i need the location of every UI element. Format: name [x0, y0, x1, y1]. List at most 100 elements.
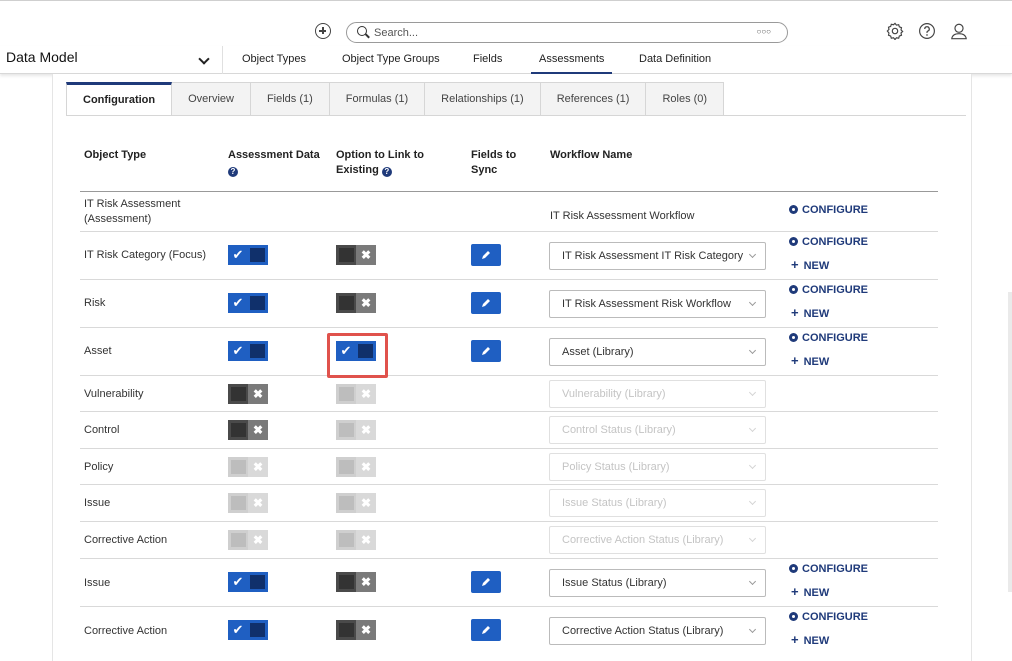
header-option-link-line2: Existing [336, 164, 379, 176]
plus-circle-icon[interactable] [315, 23, 331, 39]
help-icon[interactable]: ? [381, 167, 392, 177]
subtab-fields[interactable]: Fields (1) [250, 82, 330, 116]
workflow-select: Policy Status (Library) [549, 453, 766, 481]
assessment-data-toggle[interactable]: ✔ [228, 572, 268, 592]
subtab-relationships[interactable]: Relationships (1) [425, 82, 541, 116]
new-link[interactable]: + NEW [791, 584, 829, 599]
new-label: NEW [803, 356, 830, 368]
link-existing-toggle[interactable]: ✖ [336, 293, 376, 313]
workflow-select[interactable]: Issue Status (Library) [549, 569, 766, 597]
object-type-label: Issue [84, 497, 111, 509]
subtab-formulas[interactable]: Formulas (1) [329, 82, 426, 116]
configure-label: CONFIGURE [802, 563, 868, 575]
assessment-data-toggle: ✖ [228, 493, 268, 513]
top-bar: ○○○ [0, 0, 1012, 46]
workflow-select[interactable]: Corrective Action Status (Library) [549, 617, 766, 645]
tab-object-types[interactable]: Object Types [242, 53, 306, 65]
fields-sync-edit-button[interactable] [471, 571, 501, 593]
fields-sync-edit-button[interactable] [471, 292, 501, 314]
settings-icon[interactable] [886, 22, 904, 40]
table-row: Corrective Action ✔ ✖ Corrective Action … [80, 607, 938, 657]
ellipsis-icon[interactable]: ○○○ [757, 27, 772, 36]
object-type-label: Policy [84, 461, 114, 473]
link-existing-toggle: ✖ [336, 457, 376, 477]
data-model-title: Data Model [6, 49, 78, 65]
pencil-icon [482, 347, 490, 355]
workflow-select[interactable]: IT Risk Assessment IT Risk Category [549, 242, 766, 270]
link-existing-toggle[interactable]: ✖ [336, 245, 376, 265]
object-type-label: IT Risk Category (Focus) [84, 249, 207, 261]
table-row: Control ✖ ✖ Control Status (Library) [80, 412, 938, 449]
tab-assessments[interactable]: Assessments [530, 53, 613, 75]
pencil-icon [482, 578, 490, 586]
assessment-data-toggle[interactable]: ✖ [228, 420, 268, 440]
configure-link[interactable]: CONFIGURE [789, 563, 868, 575]
scrollbar[interactable] [1008, 292, 1012, 592]
search-bar[interactable]: ○○○ [346, 22, 788, 43]
workflow-select-value: Control Status (Library) [562, 424, 676, 436]
new-link[interactable]: + NEW [791, 305, 829, 320]
object-type-label: Asset [84, 345, 112, 357]
subtab-references[interactable]: References (1) [540, 82, 647, 116]
configure-link[interactable]: CONFIGURE [789, 204, 868, 216]
table-row: IT Risk Assessment (Assessment) IT Risk … [80, 192, 938, 232]
gear-icon [789, 205, 798, 214]
tab-object-type-groups[interactable]: Object Type Groups [342, 53, 440, 65]
new-link[interactable]: + NEW [791, 257, 829, 272]
new-link[interactable]: + NEW [791, 632, 829, 647]
object-type-label: Control [84, 424, 120, 436]
assessment-data-toggle[interactable]: ✔ [228, 620, 268, 640]
assessment-data-toggle[interactable]: ✖ [228, 384, 268, 404]
subtab-overview[interactable]: Overview [172, 82, 251, 116]
table-row: Vulnerability ✖ ✖ Vulnerability (Library… [80, 376, 938, 412]
workflow-select[interactable]: Asset (Library) [549, 338, 766, 366]
chevron-down-icon [748, 497, 757, 506]
tab-data-definition[interactable]: Data Definition [639, 53, 711, 65]
fields-sync-edit-button[interactable] [471, 244, 501, 266]
link-existing-toggle[interactable]: ✖ [336, 572, 376, 592]
help-icon[interactable]: ? [228, 167, 238, 177]
link-existing-toggle: ✖ [336, 420, 376, 440]
user-icon[interactable] [950, 22, 968, 40]
fields-sync-edit-button[interactable] [471, 619, 501, 641]
assessment-data-toggle[interactable]: ✔ [228, 245, 268, 265]
table-row: Risk ✔ ✖ IT Risk Assessment Risk Workflo… [80, 280, 938, 328]
object-type-label: Issue [84, 577, 111, 589]
chevron-down-icon[interactable] [198, 53, 210, 65]
link-existing-toggle[interactable]: ✖ [336, 620, 376, 640]
fields-sync-edit-button[interactable] [471, 340, 501, 362]
workflow-select[interactable]: IT Risk Assessment Risk Workflow [549, 290, 766, 318]
link-existing-toggle: ✖ [336, 493, 376, 513]
object-type-label: Risk [84, 297, 106, 309]
chevron-down-icon [748, 424, 757, 433]
subtab-configuration[interactable]: Configuration [66, 82, 173, 116]
help-icon[interactable] [918, 22, 936, 40]
highlight-callout [327, 333, 388, 378]
workflow-select-value: IT Risk Assessment Risk Workflow [562, 298, 731, 310]
configure-link[interactable]: CONFIGURE [789, 284, 868, 296]
table-row: Issue ✔ ✖ Issue Status (Library) CONFIGU… [80, 559, 938, 607]
configure-link[interactable]: CONFIGURE [789, 332, 868, 344]
chevron-down-icon [748, 461, 757, 470]
tab-fields[interactable]: Fields [473, 53, 502, 65]
subtab-roles[interactable]: Roles (0) [646, 82, 725, 116]
configure-link[interactable]: CONFIGURE [789, 611, 868, 623]
link-existing-toggle: ✖ [336, 384, 376, 404]
configure-label: CONFIGURE [802, 284, 868, 296]
assessment-data-toggle[interactable]: ✔ [228, 341, 268, 361]
pencil-icon [482, 251, 490, 259]
workflow-select: Corrective Action Status (Library) [549, 526, 766, 554]
new-label: NEW [803, 635, 830, 647]
configure-link[interactable]: CONFIGURE [789, 236, 868, 248]
header-workflow-name: Workflow Name [550, 149, 633, 161]
assessment-data-toggle[interactable]: ✔ [228, 293, 268, 313]
link-existing-toggle: ✖ [336, 530, 376, 550]
gear-icon [789, 285, 798, 294]
assessment-data-toggle: ✖ [228, 457, 268, 477]
assessment-data-toggle: ✖ [228, 530, 268, 550]
search-input[interactable] [374, 25, 714, 41]
chevron-down-icon [748, 625, 757, 634]
object-type-line1: IT Risk Assessment [84, 198, 181, 210]
new-link[interactable]: + NEW [791, 353, 829, 368]
workflow-select-value: IT Risk Assessment IT Risk Category [562, 250, 744, 262]
